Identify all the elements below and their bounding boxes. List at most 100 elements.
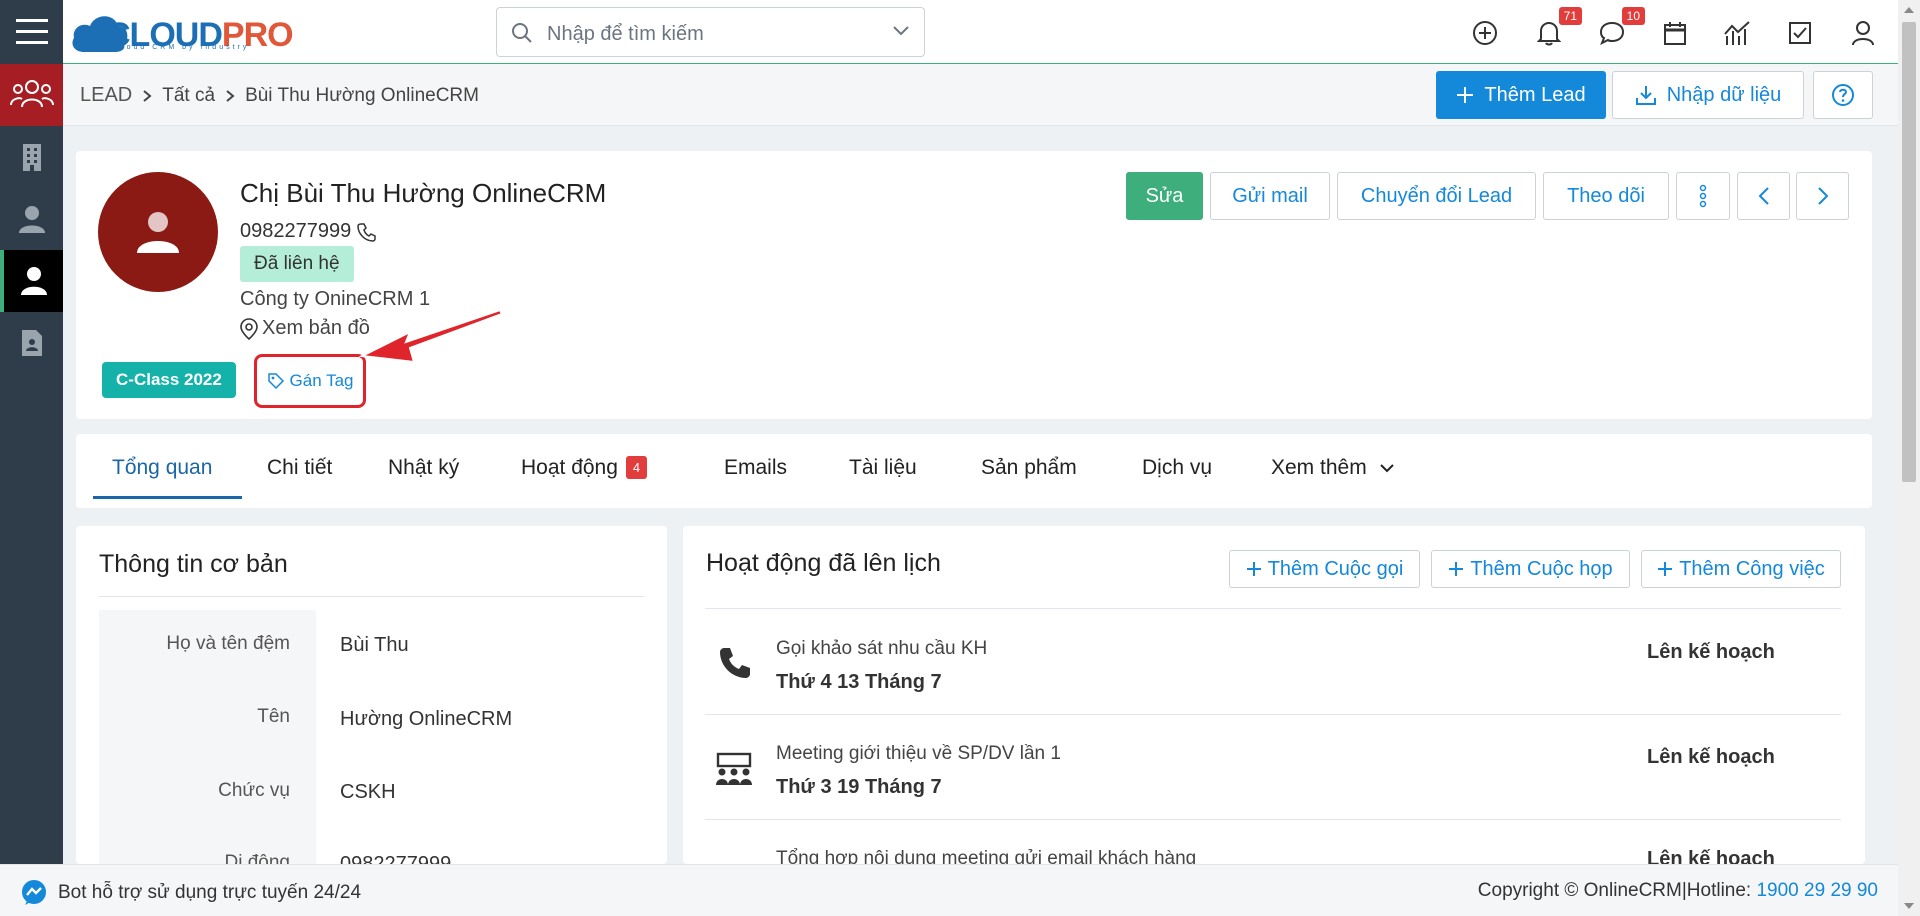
lead-phone[interactable]: 0982277999 xyxy=(240,220,377,243)
breadcrumb-bar: LEAD Tất cả Bùi Thu Hường OnlineCRM Thêm… xyxy=(63,64,1898,126)
phone-icon xyxy=(720,648,750,678)
field-label: Họ và tên đệm xyxy=(166,633,290,654)
more-vertical-icon xyxy=(1699,184,1707,208)
convert-lead-button[interactable]: Chuyển đổi Lead xyxy=(1337,172,1536,220)
search-placeholder: Nhập để tìm kiếm xyxy=(547,23,704,45)
page-scrollbar[interactable] xyxy=(1898,0,1920,916)
scroll-up-icon[interactable] xyxy=(1903,6,1915,14)
plus-icon xyxy=(1449,562,1464,576)
add-task-button[interactable]: Thêm Công việc xyxy=(1641,550,1841,588)
follow-button[interactable]: Theo dõi xyxy=(1543,172,1669,220)
field-value[interactable]: Hường OnlineCRM xyxy=(340,708,512,731)
field-value[interactable]: Bùi Thu xyxy=(340,634,409,657)
sidebar-item-contacts[interactable] xyxy=(0,188,63,250)
add-lead-button[interactable]: Thêm Lead xyxy=(1436,71,1606,119)
tab-detail[interactable]: Chi tiết xyxy=(267,456,332,480)
status-badge: Đã liên hệ xyxy=(240,246,354,282)
hotline-link[interactable]: 1900 29 29 90 xyxy=(1756,880,1878,901)
annotation-arrow-icon xyxy=(358,308,504,364)
avatar xyxy=(98,172,218,292)
search-input[interactable]: Nhập để tìm kiếm xyxy=(496,7,925,57)
lead-person-icon xyxy=(20,267,47,295)
search-icon xyxy=(512,23,532,43)
tab-more[interactable]: Xem thêm xyxy=(1271,456,1395,480)
tab-activity[interactable]: Hoạt động 4 xyxy=(521,456,648,480)
lead-name: Chị Bùi Thu Hường OnlineCRM xyxy=(240,178,607,208)
breadcrumb-module[interactable]: LEAD xyxy=(80,84,132,107)
next-record-button[interactable] xyxy=(1796,172,1849,220)
activity-date: Thứ 4 13 Tháng 7 xyxy=(776,671,942,693)
phone-icon[interactable] xyxy=(357,222,377,242)
sidebar-item-documents[interactable] xyxy=(0,312,63,374)
report-chart-icon[interactable] xyxy=(1722,18,1752,48)
view-map-link[interactable]: Xem bản đồ xyxy=(240,317,370,340)
section-divider xyxy=(705,608,1841,609)
scroll-down-icon[interactable] xyxy=(1903,902,1915,910)
messenger-icon xyxy=(22,880,46,905)
logo-subtitle: Cloud CRM by Industry xyxy=(114,44,250,51)
field-label: Tên xyxy=(257,706,290,727)
tab-overview[interactable]: Tổng quan xyxy=(112,456,212,480)
menu-icon[interactable] xyxy=(0,0,63,64)
plus-icon xyxy=(1457,87,1474,103)
row-divider xyxy=(705,819,1841,820)
notification-badge: 71 xyxy=(1558,7,1582,25)
breadcrumb-filter[interactable]: Tất cả xyxy=(162,85,215,107)
plus-icon xyxy=(1246,562,1261,576)
copyright-text: Copyright © OnlineCRM|Hotline: 1900 29 2… xyxy=(1477,880,1878,901)
tab-documents[interactable]: Tài liệu xyxy=(849,456,917,480)
tab-log[interactable]: Nhật ký xyxy=(388,456,459,480)
activity-status: Lên kế hoạch xyxy=(1647,746,1775,768)
basic-info-title: Thông tin cơ bản xyxy=(99,550,288,578)
bell-icon[interactable]: 71 xyxy=(1534,7,1582,48)
calendar-icon[interactable] xyxy=(1660,18,1690,48)
tag-chip[interactable]: C-Class 2022 xyxy=(102,362,236,398)
meeting-icon xyxy=(716,752,752,785)
tab-services[interactable]: Dịch vụ xyxy=(1142,456,1212,480)
previous-record-button[interactable] xyxy=(1737,172,1790,220)
chevron-left-icon xyxy=(1758,187,1769,205)
activity-title[interactable]: Gọi khảo sát nhu cầu KH xyxy=(776,638,987,660)
user-profile-icon[interactable] xyxy=(1848,18,1878,48)
footer: Bot hỗ trợ sử dụng trực tuyến 24/24 Copy… xyxy=(0,864,1898,916)
add-meeting-button[interactable]: Thêm Cuộc họp xyxy=(1431,550,1630,588)
chat-icon[interactable]: 10 xyxy=(1597,7,1645,48)
support-bot-link[interactable]: Bot hỗ trợ sử dụng trực tuyến 24/24 xyxy=(20,879,361,907)
plus-icon xyxy=(1658,562,1673,576)
task-check-icon[interactable] xyxy=(1785,18,1815,48)
breadcrumb: LEAD Tất cả Bùi Thu Hường OnlineCRM xyxy=(80,84,479,107)
sidebar xyxy=(0,64,63,864)
edit-button[interactable]: Sửa xyxy=(1126,172,1203,220)
person-avatar-icon xyxy=(137,212,179,253)
activity-count-badge: 4 xyxy=(625,456,648,479)
section-divider xyxy=(99,596,644,597)
document-icon xyxy=(21,330,42,356)
tab-bar xyxy=(76,434,1872,508)
row-divider xyxy=(705,714,1841,715)
app-logo[interactable]: CLOUDPRO Cloud CRM by Industry xyxy=(70,6,300,58)
download-icon xyxy=(1635,86,1656,105)
users-group-icon xyxy=(9,80,54,108)
sidebar-item-customers[interactable] xyxy=(0,64,63,126)
assign-tag-button[interactable]: Gán Tag xyxy=(254,354,366,408)
scrollbar-thumb[interactable] xyxy=(1902,22,1916,482)
add-icon[interactable] xyxy=(1470,18,1500,48)
more-actions-button[interactable] xyxy=(1676,172,1730,220)
chevron-right-icon xyxy=(1817,187,1828,205)
sidebar-item-organizations[interactable] xyxy=(0,126,63,188)
field-value[interactable]: CSKH xyxy=(340,781,396,804)
activity-title[interactable]: Meeting giới thiệu về SP/DV lần 1 xyxy=(776,743,1061,765)
top-bar: CLOUDPRO Cloud CRM by Industry Nhập để t… xyxy=(0,0,1898,64)
tab-emails[interactable]: Emails xyxy=(724,456,787,480)
building-icon xyxy=(22,144,41,171)
import-data-button[interactable]: Nhập dữ liệu xyxy=(1612,71,1804,119)
add-call-button[interactable]: Thêm Cuộc gọi xyxy=(1229,550,1420,588)
tab-products[interactable]: Sản phẩm xyxy=(981,456,1077,480)
activity-date: Thứ 3 19 Tháng 7 xyxy=(776,776,942,798)
sidebar-item-leads[interactable] xyxy=(0,250,63,312)
help-button[interactable] xyxy=(1813,71,1873,119)
chevron-right-icon xyxy=(226,89,235,102)
chevron-down-icon xyxy=(1379,464,1394,473)
chevron-down-icon[interactable] xyxy=(892,25,910,37)
send-mail-button[interactable]: Gửi mail xyxy=(1210,172,1330,220)
